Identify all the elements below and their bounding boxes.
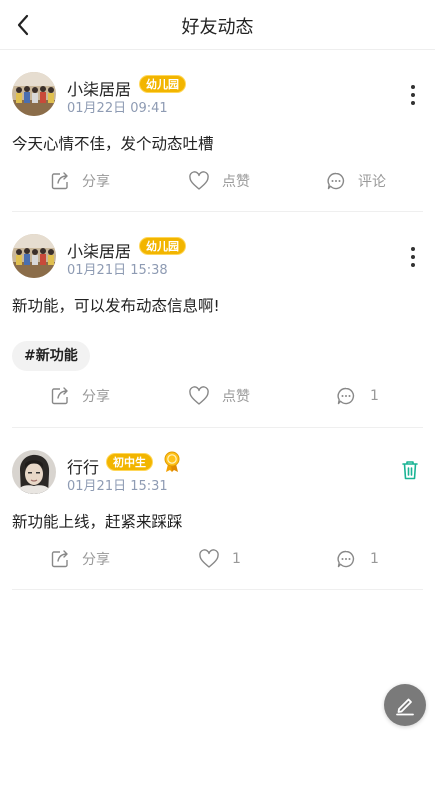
like-button[interactable]: 点赞 <box>188 384 250 408</box>
post-content: 新功能，可以发布动态信息啊! <box>12 297 220 315</box>
like-button[interactable]: 1 <box>198 547 241 571</box>
trash-icon <box>402 461 418 480</box>
share-label: 分享 <box>82 389 110 405</box>
more-icon <box>403 247 423 267</box>
post-timestamp: 01月22日 09:41 <box>67 101 168 116</box>
feed-list: 小柒居居 幼儿园 01月22日 09:41 今天心情不佳，发个动态吐槽 分享 点… <box>0 50 435 590</box>
heart-icon <box>189 386 209 405</box>
post-actions: 分享 点赞 1 <box>12 384 423 408</box>
share-label: 分享 <box>82 552 110 568</box>
post-actions: 分享 点赞 评论 <box>12 169 423 193</box>
medal-icon <box>164 451 180 472</box>
share-button[interactable]: 分享 <box>50 384 110 408</box>
edit-icon <box>396 698 414 716</box>
comment-count: 1 <box>370 551 379 567</box>
comment-icon <box>327 172 345 190</box>
comment-button[interactable]: 1 <box>336 384 379 408</box>
share-icon <box>51 550 68 568</box>
like-label: 点赞 <box>222 389 250 405</box>
post-actions: 分享 1 1 <box>12 547 423 571</box>
heart-icon <box>199 549 219 568</box>
share-icon <box>51 172 68 190</box>
share-button[interactable]: 分享 <box>50 169 110 193</box>
comment-button[interactable]: 评论 <box>326 169 386 193</box>
more-options-button[interactable] <box>403 245 423 269</box>
more-icon <box>403 85 423 105</box>
level-badge: 幼儿园 <box>139 75 186 93</box>
share-label: 分享 <box>82 174 110 190</box>
avatar[interactable] <box>12 72 56 116</box>
level-badge: 幼儿园 <box>139 237 186 255</box>
comment-label: 评论 <box>358 174 386 190</box>
post-timestamp: 01月21日 15:31 <box>67 479 168 494</box>
comment-button[interactable]: 1 <box>336 547 379 571</box>
feed-post: 小柒居居 幼儿园 01月22日 09:41 今天心情不佳，发个动态吐槽 分享 点… <box>12 50 423 212</box>
more-options-button[interactable] <box>403 83 423 107</box>
like-count: 1 <box>232 551 241 567</box>
heart-icon <box>189 171 209 190</box>
feed-post: 行行 初中生 01月21日 15:31 新功能上线，赶紧来踩踩 分享 1 1 <box>12 428 423 590</box>
avatar[interactable] <box>12 450 56 494</box>
like-label: 点赞 <box>222 174 250 190</box>
topic-tag[interactable]: #新功能 <box>12 341 90 371</box>
compose-post-button[interactable] <box>384 684 426 726</box>
like-button[interactable]: 点赞 <box>188 169 250 193</box>
level-badge: 初中生 <box>106 453 153 471</box>
delete-post-button[interactable] <box>399 458 423 482</box>
comment-icon <box>337 387 355 405</box>
comment-icon <box>337 550 355 568</box>
page-title: 好友动态 <box>181 17 254 38</box>
top-bar: 好友动态 <box>0 0 435 50</box>
avatar[interactable] <box>12 234 56 278</box>
comment-count: 1 <box>370 388 379 404</box>
post-timestamp: 01月21日 15:38 <box>67 263 168 278</box>
share-button[interactable]: 分享 <box>50 547 110 571</box>
post-content: 今天心情不佳，发个动态吐槽 <box>12 135 214 153</box>
feed-post: 小柒居居 幼儿园 01月21日 15:38 新功能，可以发布动态信息啊! #新功… <box>12 212 423 428</box>
share-icon <box>51 387 68 405</box>
post-content: 新功能上线，赶紧来踩踩 <box>12 513 183 531</box>
